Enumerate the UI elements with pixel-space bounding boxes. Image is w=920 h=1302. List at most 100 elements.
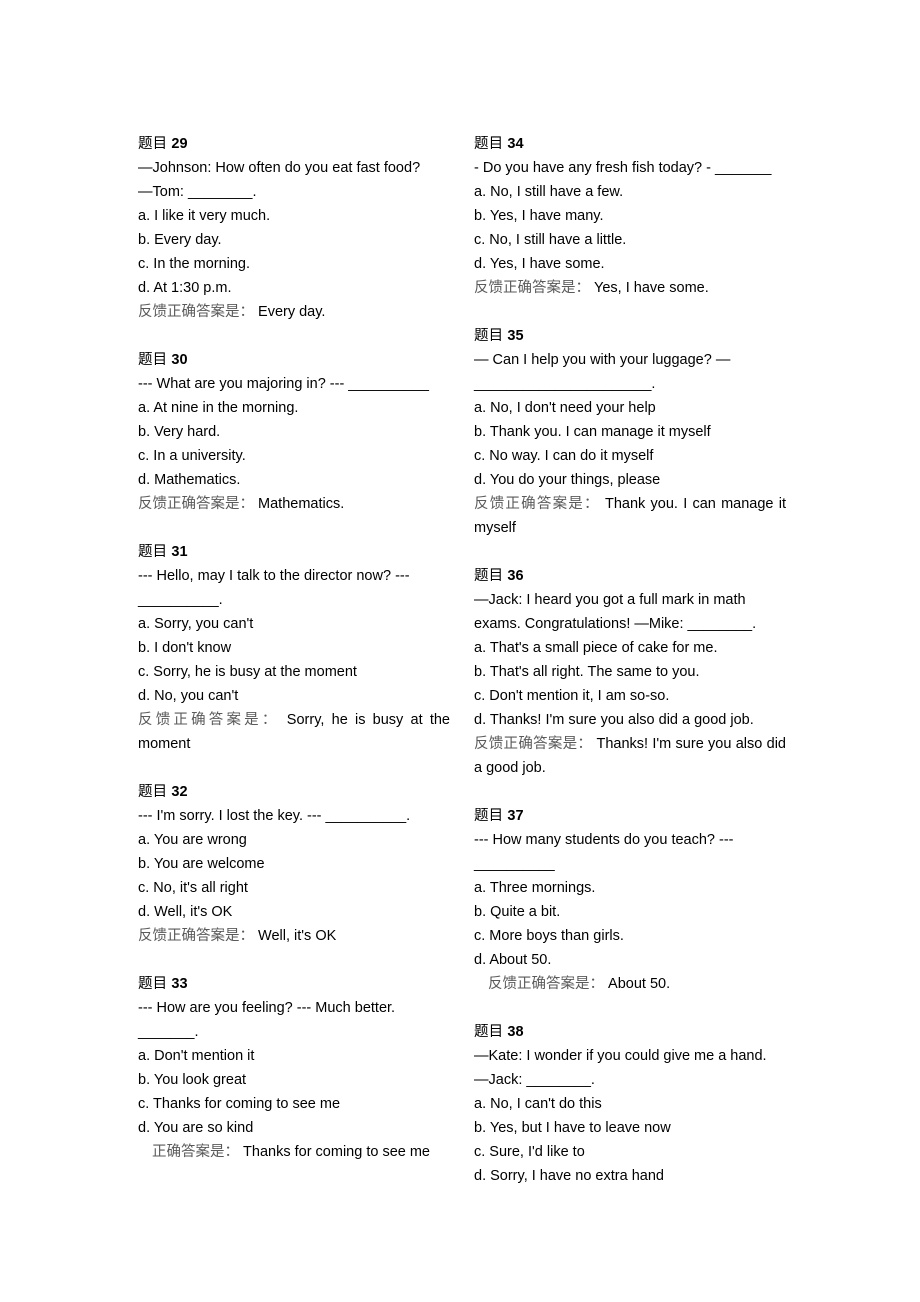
option-item[interactable]: c. In the morning. (138, 252, 450, 276)
answer-label: 反馈正确答案是： (138, 304, 254, 320)
answer-label: 反馈正确答案是： (488, 976, 604, 992)
document-page: 题目 29 —Johnson: How often do you eat fast… (0, 0, 920, 1302)
option-item[interactable]: a. That's a small piece of cake for me. (474, 636, 786, 660)
question-stem: --- I'm sorry. I lost the key. --- _____… (138, 804, 450, 828)
question-stem-line: --- How are you feeling? --- Much better… (138, 1000, 396, 1016)
option-item[interactable]: d. Mathematics. (138, 468, 450, 492)
question-heading: 题目 32 (138, 780, 450, 804)
option-item[interactable]: d. Yes, I have some. (474, 252, 786, 276)
question-stem: —Jack: I heard you got a full mark in ma… (474, 588, 786, 636)
answer-value: Well, it's OK (254, 928, 337, 944)
answer-line: 反馈正确答案是： Every day. (138, 300, 450, 324)
question-stem: — Can I help you with your luggage? — ___… (474, 348, 786, 396)
option-item[interactable]: a. Sorry, you can't (138, 612, 450, 636)
question-number: 34 (507, 136, 524, 152)
question-stem: - Do you have any fresh fish today? - __… (474, 156, 786, 180)
answer-label: 反馈正确答案是： (474, 736, 593, 752)
question-block-30: 题目 30 --- What are you majoring in? --- _… (138, 348, 450, 516)
option-item[interactable]: a. Don't mention it (138, 1044, 450, 1068)
option-item[interactable]: d. Thanks! I'm sure you also did a good … (474, 708, 786, 732)
option-item[interactable]: a. I like it very much. (138, 204, 450, 228)
answer-line: 反馈正确答案是： Mathematics. (138, 492, 450, 516)
question-block-37: 题目 37 --- How many students do you teach?… (474, 804, 786, 996)
answer-line: 反馈正确答案是： Thank you. I can manage it myse… (474, 492, 786, 540)
option-item[interactable]: a. No, I still have a few. (474, 180, 786, 204)
question-number: 29 (171, 136, 188, 152)
option-item[interactable]: b. That's all right. The same to you. (474, 660, 786, 684)
option-item[interactable]: d. No, you can't (138, 684, 450, 708)
option-item[interactable]: c. Thanks for coming to see me (138, 1092, 450, 1116)
question-stem-line: __________. (138, 592, 223, 608)
answer-value: Every day. (254, 304, 326, 320)
option-item[interactable]: a. No, I can't do this (474, 1092, 786, 1116)
question-stem-line: exams. Congratulations! —Mike: ________. (474, 616, 757, 632)
option-item[interactable]: a. At nine in the morning. (138, 396, 450, 420)
option-item[interactable]: c. Sure, I'd like to (474, 1140, 786, 1164)
option-item[interactable]: c. No, it's all right (138, 876, 450, 900)
option-item[interactable]: b. Very hard. (138, 420, 450, 444)
option-item[interactable]: b. Yes, I have many. (474, 204, 786, 228)
answer-value: Thanks for coming to see me (239, 1144, 430, 1160)
option-item[interactable]: c. In a university. (138, 444, 450, 468)
question-number: 37 (507, 808, 524, 824)
question-block-38: 题目 38 —Kate: I wonder if you could give m… (474, 1020, 786, 1188)
option-item[interactable]: a. You are wrong (138, 828, 450, 852)
answer-value: About 50. (604, 976, 671, 992)
option-item[interactable]: d. You are so kind (138, 1116, 450, 1140)
question-stem: —Johnson: How often do you eat fast food… (138, 156, 450, 204)
answer-line: 反馈正确答案是： Well, it's OK (138, 924, 450, 948)
answer-label: 反馈正确答案是： (474, 280, 590, 296)
answer-line: 反馈正确答案是： Sorry, he is busy at the moment (138, 708, 450, 756)
question-number: 36 (507, 568, 524, 584)
option-item[interactable]: c. No, I still have a little. (474, 228, 786, 252)
option-item[interactable]: a. No, I don't need your help (474, 396, 786, 420)
question-heading: 题目 35 (474, 324, 786, 348)
question-heading: 题目 34 (474, 132, 786, 156)
question-stem-line: --- How many students do you teach? --- (474, 832, 734, 848)
question-heading-label: 题目 (474, 808, 508, 824)
question-heading-label: 题目 (474, 328, 508, 344)
question-heading: 题目 38 (474, 1020, 786, 1044)
option-item[interactable]: b. You look great (138, 1068, 450, 1092)
question-heading: 题目 31 (138, 540, 450, 564)
question-stem: --- What are you majoring in? --- ______… (138, 372, 450, 396)
question-block-36: 题目 36 —Jack: I heard you got a full mark … (474, 564, 786, 780)
option-item[interactable]: b. Quite a bit. (474, 900, 786, 924)
option-item[interactable]: a. Three mornings. (474, 876, 786, 900)
question-heading-label: 题目 (138, 544, 172, 560)
question-stem-line: --- What are you majoring in? --- ______… (138, 376, 429, 392)
question-stem: --- How many students do you teach? --- _… (474, 828, 786, 876)
question-stem-line: — Can I help you with your luggage? — (474, 352, 731, 368)
question-block-35: 题目 35— Can I help you with your luggage?… (474, 324, 786, 540)
option-item[interactable]: b. I don't know (138, 636, 450, 660)
answer-line: 反馈正确答案是： About 50. (474, 972, 786, 996)
question-block-34: 题目 34 - Do you have any fresh fish today?… (474, 132, 786, 300)
question-heading: 题目 29 (138, 132, 450, 156)
option-item[interactable]: d. Sorry, I have no extra hand (474, 1164, 786, 1188)
option-item[interactable]: c. No way. I can do it myself (474, 444, 786, 468)
answer-label: 反馈正确答案是： (138, 712, 280, 728)
option-item[interactable]: b. Thank you. I can manage it myself (474, 420, 786, 444)
option-item[interactable]: c. More boys than girls. (474, 924, 786, 948)
question-number: 31 (171, 544, 188, 560)
question-stem-line: --- Hello, may I talk to the director no… (138, 568, 410, 584)
option-item[interactable]: d. At 1:30 p.m. (138, 276, 450, 300)
option-item[interactable]: c. Don't mention it, I am so-so. (474, 684, 786, 708)
question-number: 32 (171, 784, 188, 800)
answer-value: Yes, I have some. (590, 280, 709, 296)
option-item[interactable]: b. You are welcome (138, 852, 450, 876)
question-stem-line: - Do you have any fresh fish today? - __… (474, 160, 772, 176)
question-stem-line: —Jack: I heard you got a full mark in ma… (474, 592, 746, 608)
question-stem: --- How are you feeling? --- Much better… (138, 996, 450, 1044)
option-item[interactable]: c. Sorry, he is busy at the moment (138, 660, 450, 684)
question-stem-line: —Kate: I wonder if you could give me a h… (474, 1048, 767, 1064)
option-item[interactable]: b. Yes, but I have to leave now (474, 1116, 786, 1140)
option-item[interactable]: d. Well, it's OK (138, 900, 450, 924)
question-heading-label: 题目 (138, 352, 172, 368)
option-item[interactable]: d. You do your things, please (474, 468, 786, 492)
answer-value: Mathematics. (254, 496, 345, 512)
option-item[interactable]: d. About 50. (474, 948, 786, 972)
question-heading-label: 题目 (474, 136, 508, 152)
option-item[interactable]: b. Every day. (138, 228, 450, 252)
question-stem: —Kate: I wonder if you could give me a h… (474, 1044, 786, 1092)
